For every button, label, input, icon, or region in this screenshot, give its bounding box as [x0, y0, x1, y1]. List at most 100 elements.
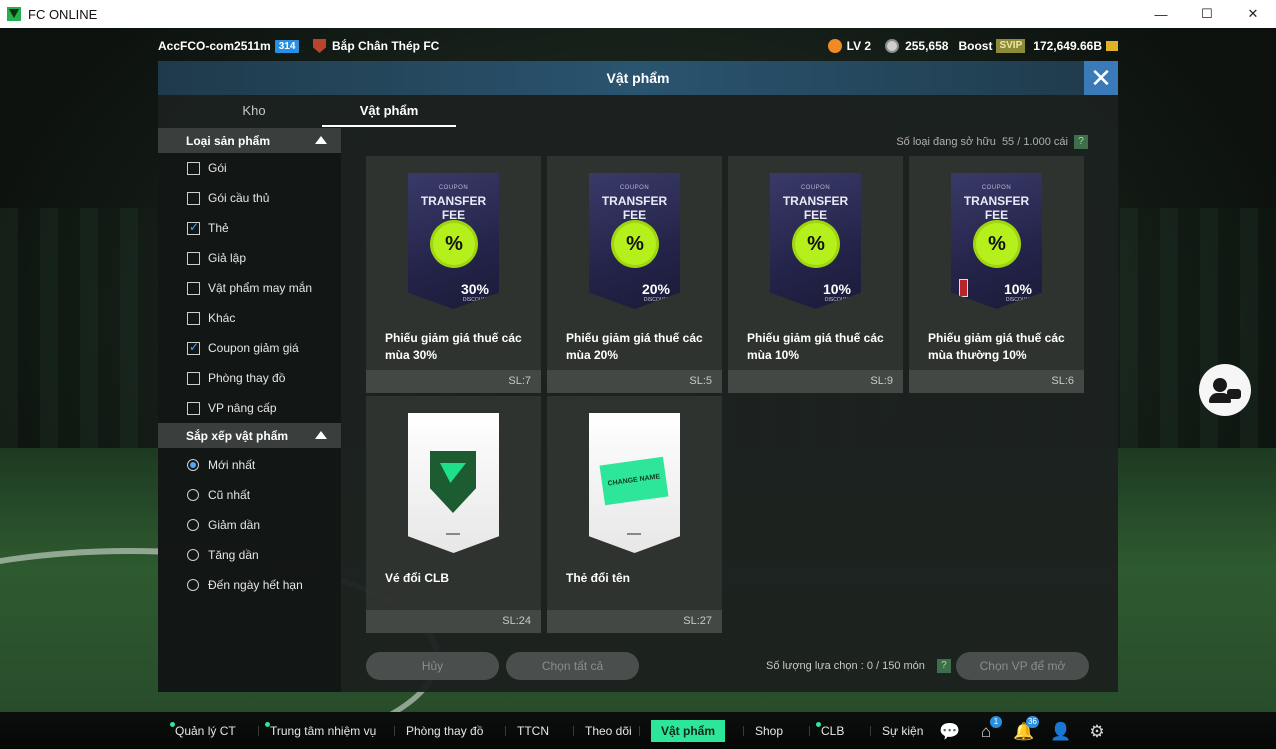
nav-item-8[interactable]: Sự kiện	[882, 720, 923, 742]
checkbox[interactable]	[187, 161, 200, 175]
checkbox[interactable]	[187, 281, 200, 295]
checkbox[interactable]	[187, 311, 200, 325]
nav-item-1[interactable]: Trung tâm nhiệm vụ	[265, 720, 376, 742]
friends-chat-button[interactable]	[1199, 364, 1251, 416]
item-name: Thẻ đổi tên	[566, 571, 630, 585]
club-name: Bắp Chân Thép FC	[332, 39, 440, 53]
nav-item-0[interactable]: Quản lý CT	[170, 720, 236, 742]
filter-sidebar: Loại sản phẩm Gói Gói cầu thủ Thẻ Giả lập Vậ…	[158, 128, 341, 692]
cancel-button[interactable]: Hủy	[366, 652, 499, 680]
restricted-icon	[959, 279, 968, 297]
radio-button[interactable]	[187, 489, 199, 501]
item-card[interactable]: CHANGE NAME Thẻ đổi tên SL:27	[547, 396, 722, 633]
club-info[interactable]: Bắp Chân Thép FC	[313, 39, 439, 53]
maximize-button[interactable]: ☐	[1184, 0, 1230, 28]
checkbox[interactable]	[187, 371, 200, 385]
open-items-button[interactable]: Chọn VP để mở	[956, 652, 1089, 680]
fc-logo-icon	[627, 533, 641, 543]
filter-option[interactable]: Giả lập	[158, 243, 341, 273]
sort-option[interactable]: Giảm dần	[158, 510, 341, 540]
club-crest-icon	[313, 39, 326, 53]
filter-option[interactable]: Thẻ	[158, 213, 341, 243]
home-icon[interactable]: ⌂ 1	[976, 716, 1002, 742]
tab-kho[interactable]: Kho	[158, 95, 308, 127]
nav-item-6[interactable]: Shop	[755, 720, 783, 742]
profile-icon[interactable]: 👤	[1050, 722, 1071, 742]
filter-option[interactable]: Khác	[158, 303, 341, 333]
nav-separator	[505, 726, 506, 736]
radio-button[interactable]	[187, 459, 199, 471]
account-info[interactable]: AccFCO-com2511m 314	[158, 39, 300, 53]
filter-option[interactable]: Vật phẩm may mắn	[158, 273, 341, 303]
help-icon[interactable]: ?	[936, 659, 951, 673]
filter-option-label: Vật phẩm may mắn	[208, 281, 313, 295]
item-name: Phiếu giảm giá thuế các mùa 10%	[747, 331, 884, 362]
filter-option-label: VP nâng cấp	[208, 401, 277, 415]
nav-item-7[interactable]: CLB	[816, 720, 844, 742]
filter-option-label: Khác	[208, 311, 236, 325]
item-card[interactable]: COUPON TRANSFER FEE% 20% DISCOUNT Phiếu giảm…	[547, 156, 722, 393]
checkbox[interactable]	[187, 251, 200, 265]
filter-option[interactable]: Coupon giảm giá	[158, 333, 341, 363]
bottom-actions: Hủy Chọn tất cả Số lượng lựa chọn : 0 / …	[366, 652, 1090, 680]
filter-option[interactable]: Gói cầu thủ	[158, 183, 341, 213]
notification-dot	[265, 722, 270, 727]
nav-item-4[interactable]: Theo dõi	[585, 720, 632, 742]
nav-item-label: Shop	[755, 724, 784, 738]
filter-section-header[interactable]: Loại sản phẩm	[158, 128, 341, 153]
bell-icon[interactable]: 🔔 36	[1013, 716, 1039, 742]
boost-label: Boost	[958, 39, 993, 53]
help-icon[interactable]: ?	[1074, 135, 1088, 149]
radio-button[interactable]	[187, 549, 199, 561]
discount-label: DISCOUNT	[643, 297, 670, 303]
sort-section-header[interactable]: Sắp xếp vật phẩm	[158, 423, 341, 448]
discount-label: DISCOUNT	[462, 297, 489, 303]
percent-badge-icon: %	[433, 223, 475, 265]
item-name: Vé đổi CLB	[385, 571, 450, 585]
checkbox[interactable]	[187, 401, 200, 415]
nav-item-label: TTCN	[517, 724, 549, 738]
radio-button[interactable]	[187, 519, 199, 531]
percent-badge-icon: %	[614, 223, 656, 265]
sort-option[interactable]: Cũ nhất	[158, 480, 341, 510]
checkbox[interactable]	[187, 191, 200, 205]
dialog-title: Vật phẩm	[606, 70, 670, 86]
checkbox[interactable]	[187, 340, 200, 355]
nav-item-3[interactable]: TTCN	[517, 720, 549, 742]
item-card[interactable]: Vé đổi CLB SL:24	[366, 396, 541, 633]
sort-option[interactable]: Mới nhất	[158, 450, 341, 480]
item-quantity: SL:5	[547, 370, 722, 393]
nav-item-2[interactable]: Phòng thay đồ	[406, 720, 483, 742]
nav-separator	[573, 726, 574, 736]
item-card[interactable]: COUPON TRANSFER FEE% 10% DISCOUNT Phiếu giảm…	[909, 156, 1084, 393]
settings-icon[interactable]: ⚙	[1087, 722, 1107, 742]
item-art: COUPON TRANSFER FEE% 10% DISCOUNT	[951, 173, 1042, 309]
item-art	[408, 413, 499, 553]
filter-option-label: Phòng thay đồ	[208, 371, 286, 385]
item-art: COUPON TRANSFER FEE% 10% DISCOUNT	[770, 173, 861, 309]
item-card[interactable]: COUPON TRANSFER FEE% 10% DISCOUNT Phiếu giảm…	[728, 156, 903, 393]
filter-option[interactable]: Phòng thay đồ	[158, 363, 341, 393]
filter-option[interactable]: Gói	[158, 153, 341, 183]
filter-option-label: Thẻ	[208, 221, 229, 235]
item-card[interactable]: COUPON TRANSFER FEE% 30% DISCOUNT Phiếu giảm…	[366, 156, 541, 393]
tab-vat-pham[interactable]: Vật phẩm	[322, 95, 456, 127]
dialog-tabs: Kho Vật phẩm	[158, 95, 458, 127]
nav-separator	[809, 726, 810, 736]
sort-option[interactable]: Tăng dần	[158, 540, 341, 570]
nav-badge: 36	[1026, 716, 1039, 728]
checkbox[interactable]	[187, 220, 200, 235]
sort-option-label: Giảm dần	[208, 518, 261, 532]
minimize-button[interactable]: —	[1138, 0, 1184, 28]
select-all-button[interactable]: Chọn tất cả	[506, 652, 639, 680]
selection-count: Số lượng lựa chọn : 0 / 150 món ?	[766, 659, 951, 673]
dialog-close-button[interactable]: ✕	[1084, 61, 1118, 95]
close-window-button[interactable]: ✕	[1230, 0, 1276, 28]
nav-item-5[interactable]: Vật phẩm	[651, 720, 726, 742]
filter-option[interactable]: VP nâng cấp	[158, 393, 341, 423]
radio-button[interactable]	[187, 579, 199, 591]
sort-option[interactable]: Đến ngày hết hạn	[158, 570, 341, 600]
svip-badge[interactable]: SVIP	[996, 39, 1026, 53]
transfer-fee-coupon-icon: COUPON TRANSFER FEE% 10% DISCOUNT	[770, 173, 861, 309]
chat-icon[interactable]: 💬	[939, 722, 960, 742]
